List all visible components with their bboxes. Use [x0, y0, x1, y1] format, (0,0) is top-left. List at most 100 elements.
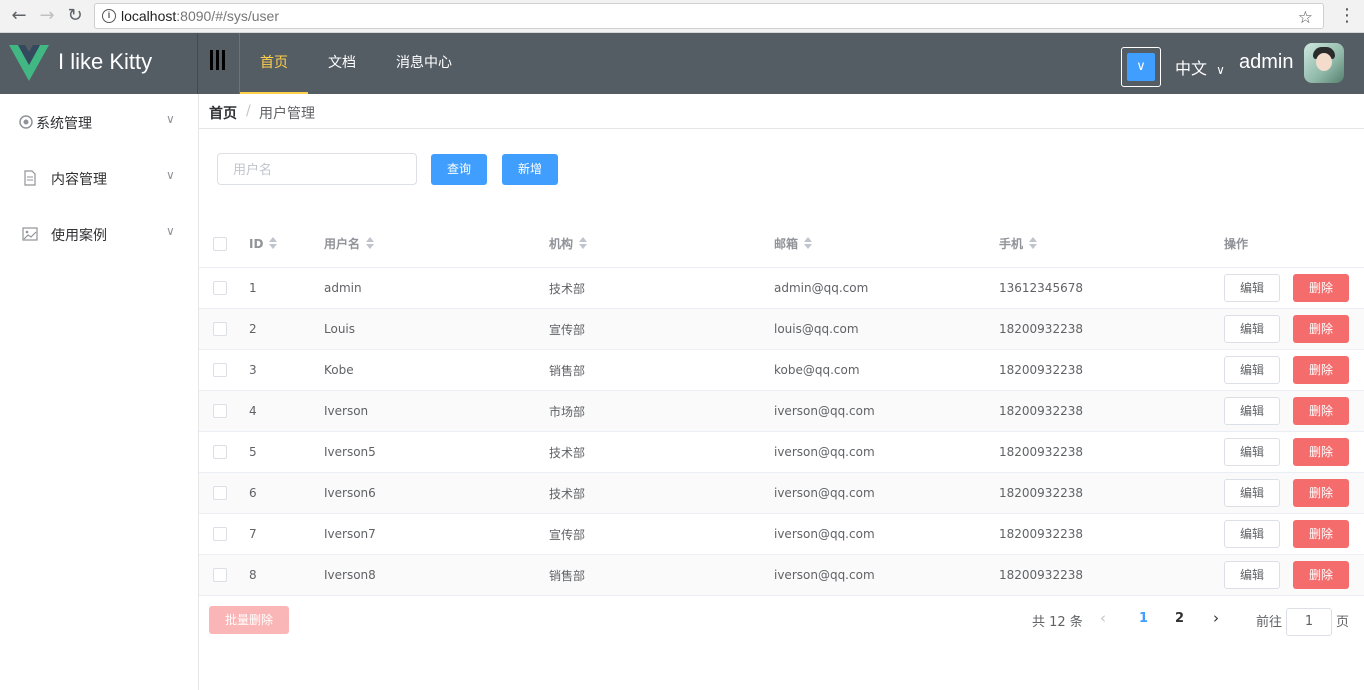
- delete-button[interactable]: 删除: [1293, 356, 1349, 384]
- row-checkbox[interactable]: [213, 363, 227, 377]
- browser-menu-icon[interactable]: ⋮: [1338, 5, 1356, 26]
- delete-button[interactable]: 删除: [1293, 438, 1349, 466]
- sort-icon[interactable]: [269, 237, 278, 250]
- breadcrumb: 首页 / 用户管理: [199, 94, 1364, 129]
- cell-id: 5: [249, 445, 257, 459]
- sidebar: 系统管理 ∨ 内容管理 ∨ 使用案例 ∨: [0, 94, 199, 690]
- gear-icon: [19, 115, 33, 129]
- chevron-down-icon: ∨: [1127, 53, 1155, 81]
- delete-button[interactable]: 删除: [1293, 479, 1349, 507]
- top-menu-home[interactable]: 首页: [240, 33, 308, 94]
- logo-area[interactable]: I like Kitty: [0, 33, 198, 94]
- theme-color-picker[interactable]: ∨: [1121, 47, 1161, 87]
- reload-icon[interactable]: ↻: [64, 5, 86, 27]
- row-checkbox[interactable]: [213, 404, 227, 418]
- column-header-dept[interactable]: 机构: [549, 220, 588, 267]
- table-row: 3 Kobe 销售部 kobe@qq.com 18200932238 编辑 删除: [199, 350, 1364, 391]
- delete-button[interactable]: 删除: [1293, 397, 1349, 425]
- cell-id: 6: [249, 486, 257, 500]
- sort-icon[interactable]: [804, 237, 813, 250]
- search-input[interactable]: [217, 153, 417, 185]
- language-switcher[interactable]: 中文 ∨: [1175, 55, 1225, 79]
- cell-email: iverson@qq.com: [774, 527, 875, 541]
- collapse-menu-icon[interactable]: [198, 33, 240, 94]
- bookmark-star-icon[interactable]: ☆: [1298, 6, 1313, 30]
- column-header-id[interactable]: ID: [249, 220, 278, 267]
- next-page-icon[interactable]: ›: [1213, 609, 1219, 627]
- table-body: 1 admin 技术部 admin@qq.com 13612345678 编辑 删除 2 Lou…: [199, 268, 1364, 596]
- prev-page-icon[interactable]: ‹: [1100, 609, 1106, 627]
- query-button[interactable]: 查询: [431, 154, 487, 185]
- browser-toolbar: ← → ↻ i localhost:8090/#/sys/user ☆ ⋮: [0, 0, 1364, 33]
- cell-email: iverson@qq.com: [774, 568, 875, 582]
- sidebar-item-label: 使用案例: [51, 228, 107, 244]
- delete-button[interactable]: 删除: [1293, 274, 1349, 302]
- delete-button[interactable]: 删除: [1293, 520, 1349, 548]
- column-label: 用户名: [324, 237, 361, 251]
- chevron-down-icon: ∨: [166, 112, 175, 126]
- forward-arrow-icon[interactable]: →: [36, 5, 58, 27]
- delete-button[interactable]: 删除: [1293, 315, 1349, 343]
- sidebar-item-content[interactable]: 内容管理 ∨: [0, 150, 198, 206]
- cell-mobile: 18200932238: [999, 363, 1083, 377]
- row-checkbox[interactable]: [213, 281, 227, 295]
- app-header: I like Kitty 首页 文档 消息中心 ∨ 中文 ∨ admin: [0, 33, 1364, 94]
- user-name[interactable]: admin: [1239, 51, 1293, 74]
- cell-mobile: 18200932238: [999, 445, 1083, 459]
- cell-name: Kobe: [324, 363, 354, 377]
- column-label: 邮箱: [774, 237, 799, 251]
- sort-icon[interactable]: [1029, 237, 1038, 250]
- cell-email: iverson@qq.com: [774, 486, 875, 500]
- table-row: 7 Iverson7 宣传部 iverson@qq.com 18200932238 编辑删…: [199, 514, 1364, 555]
- cell-dept: 技术部: [549, 281, 586, 296]
- cell-id: 8: [249, 568, 257, 582]
- row-checkbox[interactable]: [213, 486, 227, 500]
- table-row: 1 admin 技术部 admin@qq.com 13612345678 编辑 删除: [199, 268, 1364, 309]
- sidebar-item-examples[interactable]: 使用案例 ∨: [0, 206, 198, 262]
- language-label: 中文: [1175, 59, 1208, 78]
- edit-button[interactable]: 编辑: [1224, 520, 1280, 548]
- sort-icon[interactable]: [579, 237, 588, 250]
- top-menu-messages[interactable]: 消息中心: [376, 33, 472, 94]
- table-row: 8 Iverson8 销售部 iverson@qq.com 18200932238 编辑删…: [199, 555, 1364, 596]
- column-header-mobile[interactable]: 手机: [999, 220, 1038, 267]
- delete-button[interactable]: 删除: [1293, 561, 1349, 589]
- row-checkbox[interactable]: [213, 527, 227, 541]
- sidebar-item-system[interactable]: 系统管理 ∨: [0, 94, 198, 150]
- back-arrow-icon[interactable]: ←: [8, 5, 30, 27]
- column-header-name[interactable]: 用户名: [324, 220, 375, 267]
- address-bar[interactable]: i localhost:8090/#/sys/user ☆: [94, 3, 1324, 29]
- chevron-down-icon: ∨: [166, 168, 175, 182]
- breadcrumb-home[interactable]: 首页: [209, 103, 237, 123]
- edit-button[interactable]: 编辑: [1224, 561, 1280, 589]
- top-menu-docs[interactable]: 文档: [308, 33, 376, 94]
- top-menu: 首页 文档 消息中心: [240, 33, 472, 94]
- edit-button[interactable]: 编辑: [1224, 397, 1280, 425]
- cell-dept: 市场部: [549, 404, 586, 419]
- cell-dept: 销售部: [549, 568, 586, 583]
- edit-button[interactable]: 编辑: [1224, 356, 1280, 384]
- row-checkbox[interactable]: [213, 322, 227, 336]
- select-all-checkbox[interactable]: [213, 236, 227, 251]
- cell-dept: 技术部: [549, 445, 586, 460]
- edit-button[interactable]: 编辑: [1224, 315, 1280, 343]
- edit-button[interactable]: 编辑: [1224, 479, 1280, 507]
- info-icon[interactable]: i: [102, 9, 116, 23]
- cell-id: 4: [249, 404, 257, 418]
- row-checkbox[interactable]: [213, 445, 227, 459]
- avatar[interactable]: [1304, 43, 1344, 83]
- batch-delete-button[interactable]: 批量删除: [209, 606, 289, 634]
- edit-button[interactable]: 编辑: [1224, 274, 1280, 302]
- document-icon: [24, 170, 36, 186]
- page-number-1[interactable]: 1: [1139, 611, 1148, 626]
- cell-email: iverson@qq.com: [774, 404, 875, 418]
- sort-icon[interactable]: [366, 237, 375, 250]
- row-checkbox[interactable]: [213, 568, 227, 582]
- add-button[interactable]: 新增: [502, 154, 558, 185]
- column-header-email[interactable]: 邮箱: [774, 220, 813, 267]
- goto-page-input[interactable]: 1: [1286, 608, 1332, 636]
- vue-logo-icon: [9, 45, 49, 81]
- edit-button[interactable]: 编辑: [1224, 438, 1280, 466]
- page-number-2[interactable]: 2: [1175, 611, 1184, 626]
- cell-email: iverson@qq.com: [774, 445, 875, 459]
